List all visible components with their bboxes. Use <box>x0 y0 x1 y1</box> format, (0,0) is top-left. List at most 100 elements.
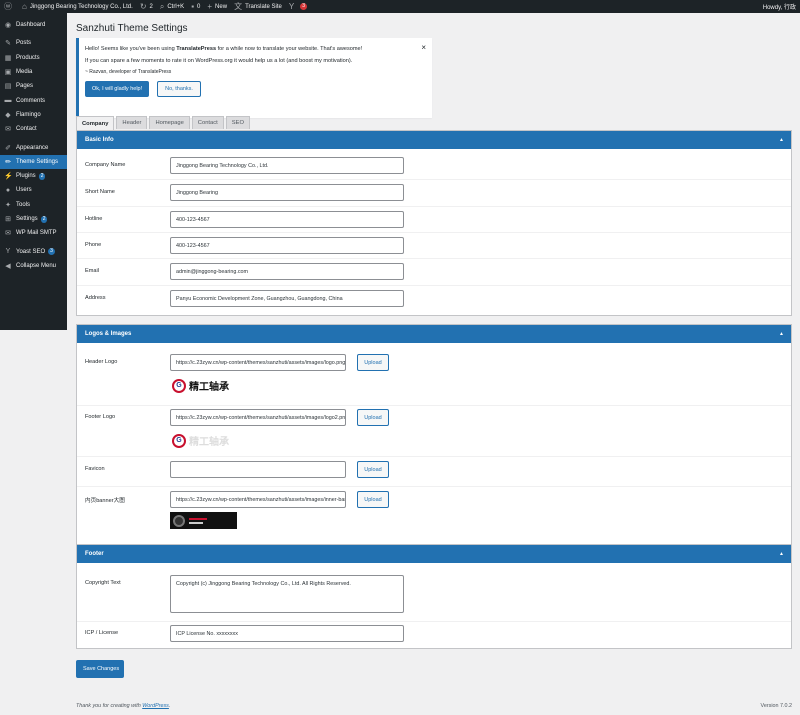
command-palette-link[interactable]: ⌕ Ctrl+K <box>160 2 184 11</box>
yoast-icon: Y <box>288 1 295 11</box>
translatepress-notice: Hello! Seems like you've been using Tran… <box>76 38 432 118</box>
smtp-icon: ✉ <box>5 230 11 238</box>
save-changes-button[interactable]: Save Changes <box>76 660 124 678</box>
sidebar-item-media[interactable]: ▣ Media <box>0 65 67 79</box>
favicon-upload-button[interactable]: Upload <box>357 461 389 478</box>
short-name-input[interactable]: Jinggong Bearing <box>170 184 404 201</box>
row-divider <box>77 621 791 622</box>
new-content-link[interactable]: + New <box>207 2 227 11</box>
inner-banner-input[interactable]: https://c.23zyw.cn/wp-content/themes/san… <box>170 491 346 508</box>
email-input[interactable]: admin@jinggong-bearing.com <box>170 263 404 280</box>
logos-images-header[interactable]: Logos & Images ▲ <box>77 325 791 343</box>
notifications-badge: 3 <box>300 3 307 10</box>
notice-signature: ~ Razvan, developer of TranslatePress <box>85 69 172 75</box>
tab-header[interactable]: Header <box>116 116 148 129</box>
inner-banner-preview <box>170 512 237 529</box>
sidebar-item-users[interactable]: ● Users <box>0 183 67 197</box>
copyright-label: Copyright Text <box>85 580 121 586</box>
settings-tabs: Company Header Homepage Contact SEO <box>76 116 251 130</box>
version-text: Version 7.0.2 <box>760 703 792 709</box>
logos-images-section: Logos & Images ▲ Header Logo https://c.23… <box>76 324 792 546</box>
inner-banner-upload-button[interactable]: Upload <box>357 491 389 508</box>
tab-company[interactable]: Company <box>76 116 115 130</box>
bearing-image <box>173 514 185 527</box>
header-logo-upload-button[interactable]: Upload <box>357 354 389 371</box>
sidebar-item-pages[interactable]: ▤ Pages <box>0 79 67 93</box>
admin-bar: ⓦ ⌂ Jinggong Bearing Technology Co., Ltd.… <box>0 0 800 13</box>
tab-seo[interactable]: SEO <box>225 116 251 129</box>
footer-logo-input[interactable]: https://c.23zyw.cn/wp-content/themes/san… <box>170 409 346 426</box>
sidebar-item-comments[interactable]: ▬ Comments <box>0 93 67 107</box>
collapse-toggle-icon[interactable]: ▲ <box>779 137 784 143</box>
header-logo-label: Header Logo <box>85 359 118 365</box>
sidebar-item-wp-mail-smtp[interactable]: ✉ WP Mail SMTP <box>0 226 67 240</box>
collapse-toggle-icon[interactable]: ▲ <box>779 331 784 337</box>
logo-text-faded: 精工轴承 <box>189 437 229 448</box>
row-divider <box>77 405 791 406</box>
notice-buttons: Ok, I will gladly help! No, thanks. <box>85 80 426 97</box>
sidebar-item-dashboard[interactable]: ◉ Dashboard <box>0 18 67 32</box>
translate-site-link[interactable]: 文 Translate Site <box>234 2 282 11</box>
address-input[interactable]: Panyu Economic Development Zone, Guangzh… <box>170 290 404 307</box>
tab-contact[interactable]: Contact <box>191 116 224 129</box>
sidebar-item-yoast-seo[interactable]: Y Yoast SEO 3 <box>0 244 67 258</box>
no-thanks-button[interactable]: No, thanks. <box>157 80 201 97</box>
tab-homepage[interactable]: Homepage <box>149 116 190 129</box>
logo-mark-icon: G <box>172 433 186 448</box>
site-name-link[interactable]: ⌂ Jinggong Bearing Technology Co., Ltd. <box>22 2 133 11</box>
sidebar-item-flamingo[interactable]: ◆ Flamingo <box>0 108 67 122</box>
sidebar-item-posts[interactable]: ✎ Posts <box>0 36 67 50</box>
notice-line-1: Hello! Seems like you've been using Tran… <box>85 46 363 52</box>
favicon-label: Favicon <box>85 466 105 472</box>
company-name-input[interactable]: Jinggong Bearing Technology Co., Ltd. <box>170 157 404 174</box>
settings-icon: ⊞ <box>5 216 11 223</box>
footer-logo-preview: G 精工轴承 <box>170 430 237 451</box>
collapse-icon: ◀ <box>5 262 11 270</box>
row-divider <box>77 285 791 286</box>
sidebar-item-theme-settings[interactable]: ✏ Theme Settings <box>0 154 67 169</box>
footer-header[interactable]: Footer ▲ <box>77 545 791 563</box>
copyright-textarea[interactable]: Copyright (c) Jinggong Bearing Technolog… <box>170 575 404 613</box>
notifications-link[interactable]: Y3 <box>288 1 307 11</box>
settings-badge: 2 <box>40 215 48 223</box>
gladly-help-button[interactable]: Ok, I will gladly help! <box>85 80 150 97</box>
footer-section: Footer ▲ Copyright Text Copyright (c) Jin… <box>76 544 792 649</box>
sidebar-item-products[interactable]: ▦ Products <box>0 51 67 65</box>
howdy-user[interactable]: Howdy, 行政 <box>763 2 796 11</box>
favicon-input[interactable] <box>170 461 346 478</box>
dashboard-icon: ◉ <box>4 22 12 30</box>
sidebar-item-appearance[interactable]: ✐ Appearance <box>0 140 67 154</box>
sidebar-item-settings[interactable]: ⊞ Settings 2 <box>0 212 67 226</box>
hotline-label: Hotline <box>85 216 103 222</box>
sidebar-item-plugins[interactable]: ⚡ Plugins 2 <box>0 169 67 183</box>
row-divider <box>77 258 791 259</box>
row-divider <box>77 456 791 457</box>
sidebar-item-contact[interactable]: ✉ Contact <box>0 122 67 136</box>
page-title: Sanzhuti Theme Settings <box>76 23 188 34</box>
comments-link[interactable]: ▪ 0 <box>191 2 200 11</box>
yoast-icon: Y <box>5 248 11 256</box>
hotline-input[interactable]: 400-123-4567 <box>170 211 404 228</box>
sidebar-item-tools[interactable]: ✦ Tools <box>0 198 67 212</box>
grid-icon: ▦ <box>4 54 12 62</box>
icp-input[interactable]: ICP License No. xxxxxxxx <box>170 625 404 642</box>
inner-banner-label: 内页banner大图 <box>85 498 125 504</box>
brush-icon: ✐ <box>5 144 11 152</box>
header-logo-input[interactable]: https://c.23zyw.cn/wp-content/themes/san… <box>170 354 346 371</box>
basic-info-header[interactable]: Basic Info ▲ <box>77 131 791 149</box>
logo-mark-icon: G <box>172 378 186 393</box>
sidebar-item-collapse-menu[interactable]: ◀ Collapse Menu <box>0 259 67 273</box>
updates-icon: ↻ <box>139 1 147 11</box>
wordpress-logo-icon[interactable]: ⓦ <box>4 2 15 11</box>
phone-input[interactable]: 400-123-4567 <box>170 237 404 254</box>
address-label: Address <box>85 295 106 301</box>
flamingo-icon: ◆ <box>5 111 11 119</box>
footer-logo-upload-button[interactable]: Upload <box>357 409 389 426</box>
close-icon[interactable]: × <box>421 43 426 52</box>
updates-link[interactable]: ↻ 2 <box>139 1 153 11</box>
icp-label: ICP / License <box>85 630 119 636</box>
plugin-icon: ⚡ <box>4 173 13 181</box>
logo-text: 精工轴承 <box>189 382 229 393</box>
collapse-toggle-icon[interactable]: ▲ <box>779 551 784 557</box>
wordpress-link[interactable]: WordPress <box>142 703 169 709</box>
